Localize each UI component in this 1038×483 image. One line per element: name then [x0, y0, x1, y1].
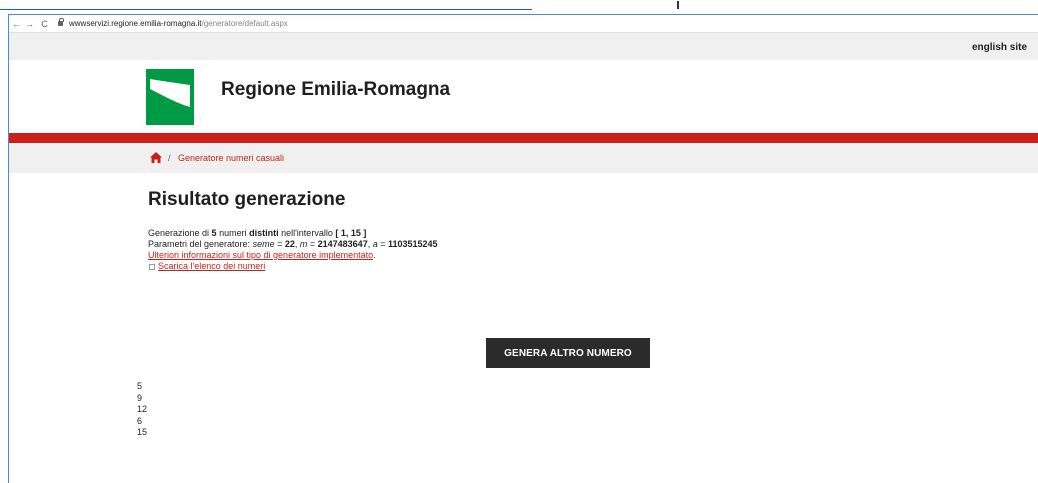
- generator-parameters: Parametri del generatore: seme = 22, m =…: [148, 239, 748, 250]
- url-path: /generatore/default.aspx: [201, 19, 288, 28]
- list-item: 9: [137, 392, 143, 403]
- red-divider-bar: [9, 133, 1038, 143]
- info-line: Ulteriori informazioni sul tipo di gener…: [148, 250, 748, 261]
- background-text-cursor: [677, 1, 679, 9]
- home-icon[interactable]: [150, 152, 162, 163]
- list-item: 5: [137, 381, 143, 391]
- list-item: 15: [137, 427, 148, 437]
- reload-button[interactable]: C: [39, 19, 50, 29]
- back-button[interactable]: ←: [11, 19, 22, 29]
- summary-interval-word: nell'intervallo: [278, 228, 336, 238]
- params-prefix: Parametri del generatore:: [148, 239, 253, 249]
- generator-info-link[interactable]: Ulteriori informazioni sul tipo di gener…: [148, 250, 373, 260]
- top-utility-bar: english site: [9, 33, 1038, 60]
- summary-prefix: Generazione di: [148, 228, 212, 238]
- regione-logo-icon[interactable]: [146, 69, 194, 125]
- summary-interval: [ 1, 15 ]: [335, 228, 367, 238]
- english-site-link[interactable]: english site: [972, 42, 1027, 53]
- site-title[interactable]: Regione Emilia-Romagna: [221, 79, 450, 101]
- page-title: Risultato generazione: [148, 189, 346, 210]
- param-eq: =: [377, 239, 388, 249]
- lock-icon[interactable]: [58, 18, 64, 26]
- summary-numbers-word: numeri: [216, 228, 250, 238]
- generate-another-button[interactable]: GENERA ALTRO NUMERO: [486, 338, 650, 368]
- browser-toolbar: ← → C wwwservizi.regione.emilia-romagna.…: [9, 15, 1038, 33]
- breadcrumb: / Generatore numeri casuali: [9, 143, 1038, 173]
- info-suffix: .: [373, 250, 376, 260]
- download-numbers-link[interactable]: Scarica l'elenco dei numeri: [158, 261, 265, 271]
- background-link-underline: [0, 0, 532, 10]
- site-header: Regione Emilia-Romagna: [9, 60, 1038, 133]
- generation-summary: Generazione di 5 numeri distinti nell'in…: [148, 228, 748, 239]
- param-a-value: 1103515245: [388, 239, 438, 249]
- list-item: 12: [137, 404, 148, 414]
- param-seme-value: 22: [284, 239, 295, 249]
- param-seme-label: seme: [252, 239, 275, 249]
- summary-distinct: distinti: [249, 228, 279, 238]
- param-eq: =: [274, 239, 285, 249]
- list-item: 6: [137, 415, 143, 426]
- background-document-strip: [0, 0, 1038, 14]
- download-line: Scarica l'elenco dei numeri: [148, 261, 748, 272]
- file-icon: [149, 263, 155, 270]
- param-m-value: 2147483647: [317, 239, 368, 249]
- forward-button[interactable]: →: [24, 19, 35, 29]
- result-numbers-list: 5 9 12 6 15: [137, 381, 147, 439]
- address-bar[interactable]: wwwservizi.regione.emilia-romagna.it/gen…: [69, 19, 288, 28]
- param-eq: =: [307, 239, 318, 249]
- breadcrumb-separator: /: [168, 153, 171, 163]
- url-host: wwwservizi.regione.emilia-romagna.it: [69, 19, 202, 28]
- result-section: Risultato generazione Generazione di 5 n…: [148, 189, 748, 272]
- breadcrumb-current[interactable]: Generatore numeri casuali: [178, 153, 284, 163]
